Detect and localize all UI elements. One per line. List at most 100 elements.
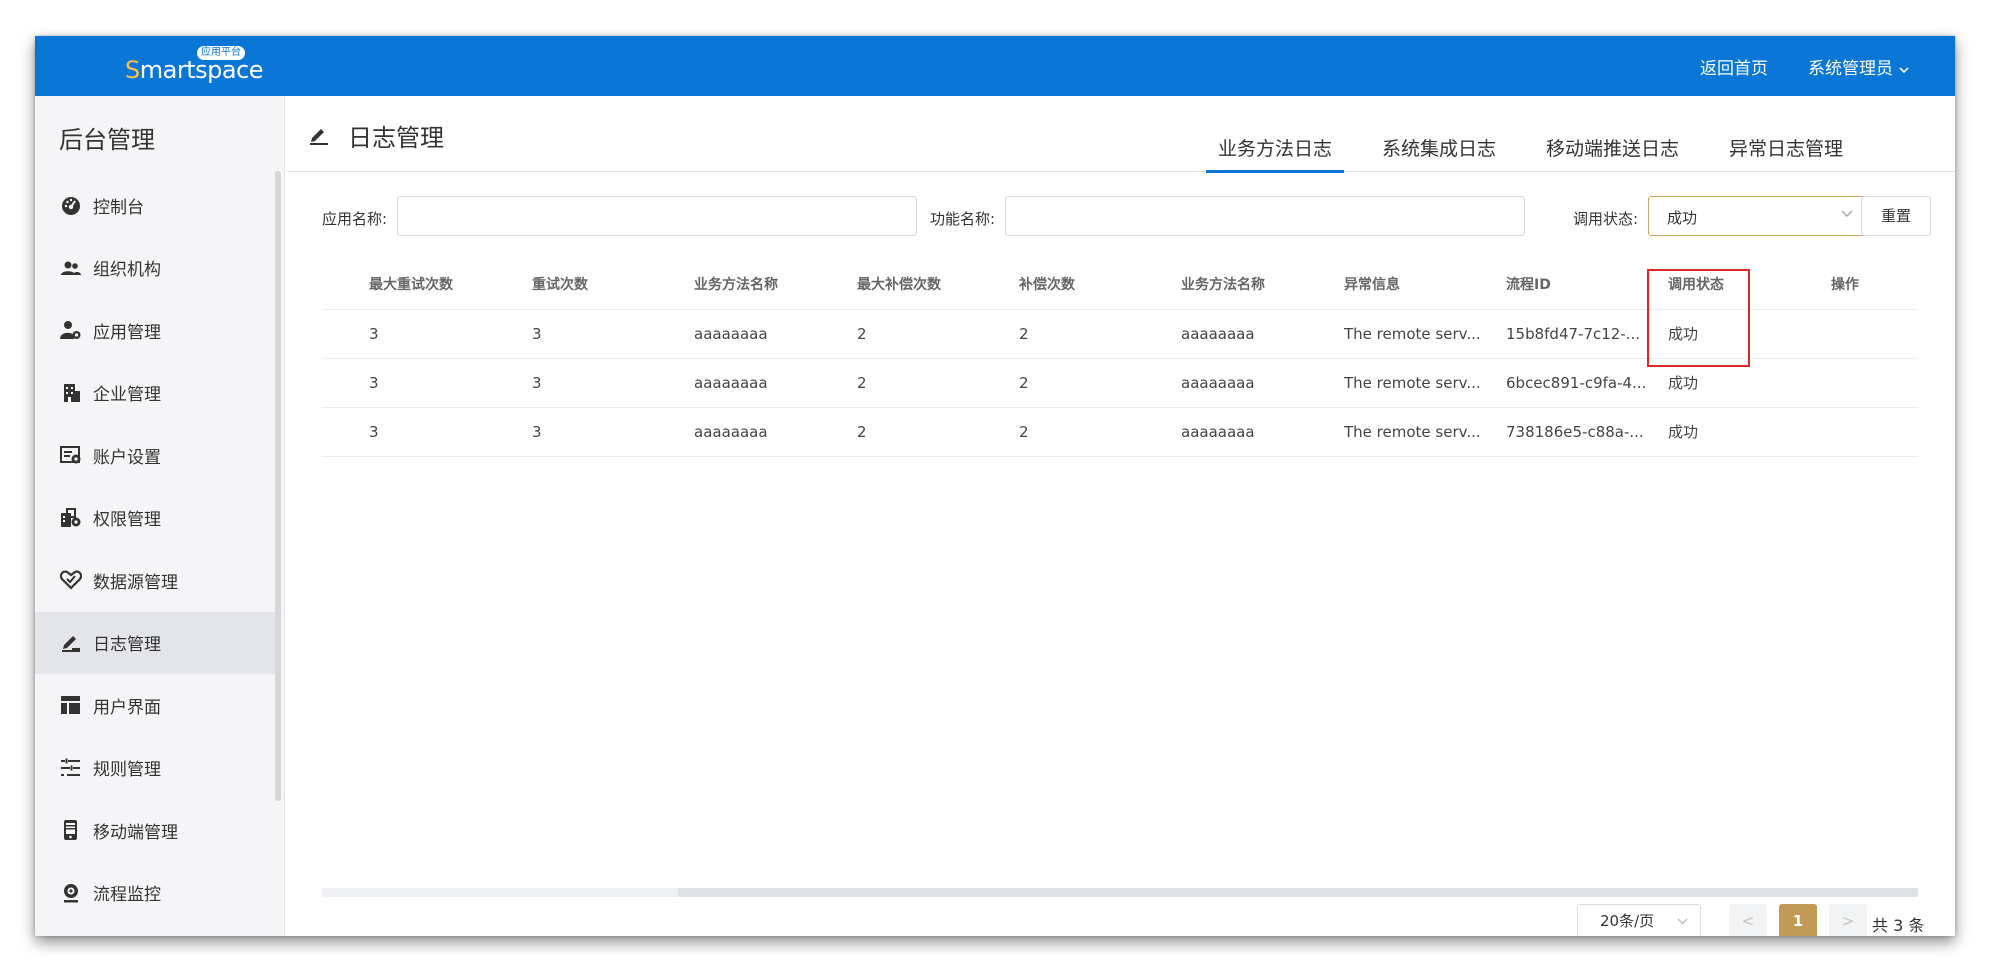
- tab-mobile-push-log[interactable]: 移动端推送日志: [1534, 96, 1691, 172]
- user-settings-icon: [59, 320, 83, 340]
- table-cell: The remote serv...: [1344, 374, 1481, 392]
- status-select[interactable]: 成功: [1648, 196, 1870, 236]
- table-cell: 3: [369, 325, 379, 343]
- table-cell: aaaaaaaa: [1181, 325, 1255, 343]
- sidebar-item-user-interface[interactable]: 用户界面: [35, 674, 280, 737]
- sidebar-item-label: 组织机构: [93, 260, 161, 281]
- sidebar-item-label: 流程监控: [93, 885, 161, 906]
- chevron-down-icon: [1899, 63, 1909, 77]
- user-menu[interactable]: 系统管理员: [1808, 54, 1909, 79]
- page-size-value: 20条/页: [1600, 912, 1655, 930]
- table-cell: 3: [369, 374, 379, 392]
- top-bar: Smartspace 应用平台 返回首页 系统管理员: [35, 36, 1955, 96]
- table-header-row: 最大重试次数 重试次数 业务方法名称 最大补偿次数 补偿次数 业务方法名称 异常…: [322, 261, 1918, 310]
- sidebar-scrollbar[interactable]: [275, 171, 281, 801]
- log-tabs: 业务方法日志 系统集成日志 移动端推送日志 异常日志管理: [1206, 96, 1881, 173]
- chevron-down-icon: [1677, 905, 1688, 936]
- col-header[interactable]: 最大补偿次数: [857, 261, 1007, 310]
- logo-badge: 应用平台: [197, 46, 245, 60]
- logo[interactable]: Smartspace 应用平台: [125, 46, 264, 86]
- table-cell: 2: [857, 423, 867, 441]
- sidebar-item-permissions[interactable]: 权限管理: [35, 487, 280, 550]
- building-icon: [59, 383, 83, 403]
- users-icon: [59, 258, 83, 278]
- reset-button[interactable]: 重置: [1861, 196, 1931, 236]
- col-header: 操作: [1831, 277, 1859, 293]
- page-title: 日志管理: [348, 124, 444, 152]
- col-header[interactable]: 调用状态: [1668, 261, 1818, 310]
- filter-bar: 应用名称: 功能名称: 调用状态: 成功 重置: [322, 196, 1932, 238]
- col-header[interactable]: 流程ID: [1506, 261, 1656, 310]
- edit-icon: [308, 126, 330, 150]
- col-header[interactable]: 最大重试次数: [369, 261, 519, 310]
- tab-exception-log[interactable]: 异常日志管理: [1717, 96, 1855, 172]
- sidebar-title: 后台管理: [59, 126, 155, 154]
- table-cell: [1831, 408, 1911, 457]
- sidebar: 后台管理 控制台 组织机构 应用管理 企业管理 账户设置 权限管理 数据源管理 …: [35, 96, 285, 936]
- table-row[interactable]: 3 3 aaaaaaaa 2 2 aaaaaaaa The remote ser…: [322, 310, 1918, 359]
- table-row[interactable]: 3 3 aaaaaaaa 2 2 aaaaaaaa The remote ser…: [322, 359, 1918, 408]
- col-header[interactable]: 业务方法名称: [694, 261, 844, 310]
- webcam-icon: [59, 883, 83, 903]
- logo-word: martspace: [139, 56, 264, 84]
- sidebar-item-mobile[interactable]: 移动端管理: [35, 799, 280, 862]
- col-header[interactable]: 业务方法名称: [1181, 261, 1331, 310]
- sidebar-item-dashboard[interactable]: 控制台: [35, 174, 280, 237]
- sidebar-item-account-settings[interactable]: 账户设置: [35, 424, 280, 487]
- app-window: Smartspace 应用平台 返回首页 系统管理员 后台管理 控制台 组织机构: [35, 36, 1955, 936]
- sidebar-item-label: 日志管理: [93, 635, 161, 656]
- col-header[interactable]: 异常信息: [1344, 261, 1494, 310]
- table-cell: [1831, 310, 1911, 359]
- table-cell: 3: [532, 325, 542, 343]
- horizontal-scrollbar[interactable]: [322, 888, 1918, 897]
- func-name-label: 功能名称:: [930, 210, 996, 228]
- table-cell: 成功: [1668, 423, 1699, 441]
- sidebar-item-label: 控制台: [93, 197, 144, 218]
- table-cell: 成功: [1668, 374, 1699, 392]
- table-cell: 成功: [1668, 325, 1699, 343]
- table-cell: 2: [1019, 374, 1029, 392]
- table-cell: 6bcec891-c9fa-4...: [1506, 374, 1647, 392]
- table-cell: aaaaaaaa: [694, 374, 768, 392]
- main-content: 日志管理 业务方法日志 系统集成日志 移动端推送日志 异常日志管理 应用名称: …: [286, 96, 1955, 936]
- status-select-value: 成功: [1667, 209, 1698, 227]
- table-cell: The remote serv...: [1344, 423, 1481, 441]
- app-name-input[interactable]: [397, 196, 917, 236]
- sidebar-item-app-management[interactable]: 应用管理: [35, 299, 280, 362]
- col-header[interactable]: 重试次数: [532, 261, 682, 310]
- dashboard-icon: [59, 195, 83, 216]
- sidebar-item-datasource[interactable]: 数据源管理: [35, 549, 280, 612]
- total-count: 共 3 条: [1872, 916, 1925, 935]
- page-size-select[interactable]: 20条/页: [1577, 904, 1701, 936]
- table-cell: 3: [532, 423, 542, 441]
- edit-icon: [59, 633, 83, 653]
- permission-icon: [59, 507, 83, 528]
- pagination: 20条/页 < 1 > 共 3 条: [286, 902, 1955, 936]
- sidebar-item-label: 账户设置: [93, 447, 161, 468]
- table-cell: The remote serv...: [1344, 325, 1481, 343]
- col-header[interactable]: 补偿次数: [1019, 261, 1169, 310]
- sidebar-item-label: 企业管理: [93, 385, 161, 406]
- account-settings-icon: [59, 445, 83, 465]
- table-cell: 2: [1019, 423, 1029, 441]
- sidebar-item-label: 移动端管理: [93, 822, 178, 843]
- user-menu-label: 系统管理员: [1808, 59, 1893, 79]
- logo-s: S: [125, 56, 140, 84]
- sidebar-item-log-management[interactable]: 日志管理: [35, 611, 280, 674]
- chevron-down-icon: [1841, 207, 1853, 222]
- sidebar-item-enterprise[interactable]: 企业管理: [35, 362, 280, 425]
- sidebar-item-rules[interactable]: 规则管理: [35, 737, 280, 800]
- sidebar-item-organization[interactable]: 组织机构: [35, 237, 280, 300]
- next-page-button[interactable]: >: [1829, 904, 1867, 936]
- page-1-button[interactable]: 1: [1779, 904, 1817, 936]
- table-row[interactable]: 3 3 aaaaaaaa 2 2 aaaaaaaa The remote ser…: [322, 408, 1918, 457]
- home-link[interactable]: 返回首页: [1700, 54, 1768, 79]
- tab-system-integration-log[interactable]: 系统集成日志: [1370, 96, 1508, 172]
- layout-icon: [59, 695, 83, 715]
- page-header: 日志管理 业务方法日志 系统集成日志 移动端推送日志 异常日志管理: [286, 96, 1955, 173]
- sidebar-item-process-monitor[interactable]: 流程监控: [35, 862, 280, 925]
- func-name-input[interactable]: [1005, 196, 1525, 236]
- prev-page-button[interactable]: <: [1729, 904, 1767, 936]
- tab-business-method-log[interactable]: 业务方法日志: [1206, 96, 1345, 173]
- scrollbar-thumb[interactable]: [678, 888, 1918, 897]
